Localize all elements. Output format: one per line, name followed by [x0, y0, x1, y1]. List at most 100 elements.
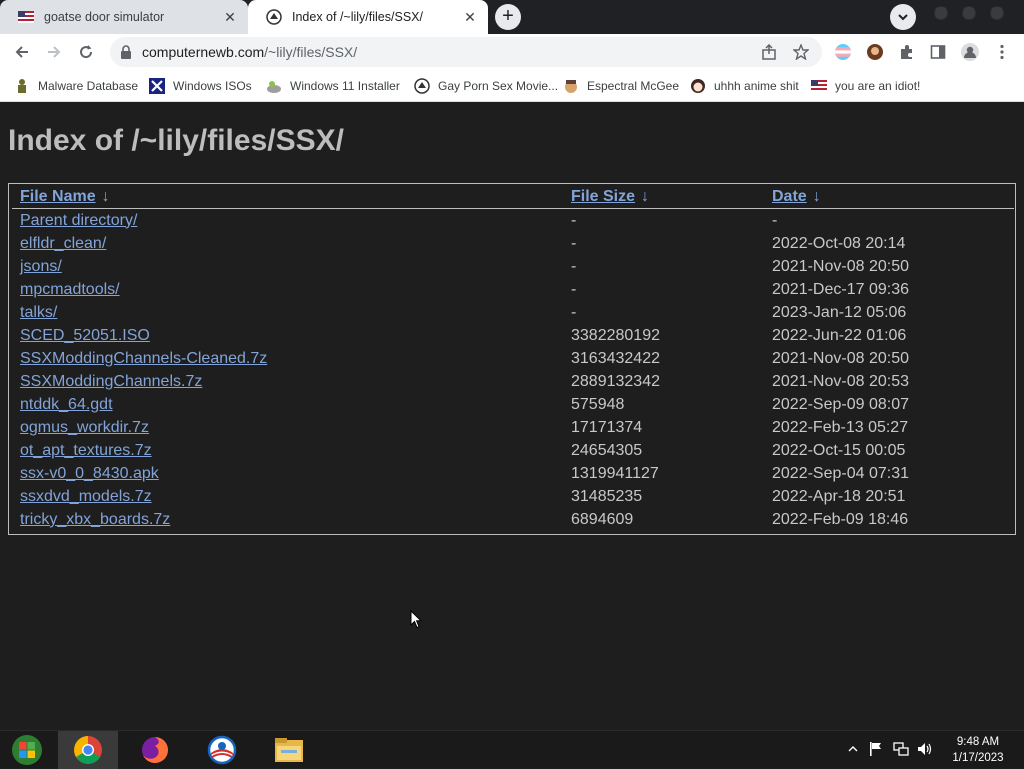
taskbar-file-explorer[interactable]	[259, 731, 319, 769]
file-link[interactable]: ssxdvd_models.7z	[20, 488, 152, 505]
fileserver-icon	[414, 78, 430, 94]
sort-arrow-icon[interactable]: ↓	[102, 188, 110, 205]
file-link[interactable]: SSXModdingChannels.7z	[20, 373, 202, 390]
file-name-cell: ogmus_workdir.7z	[12, 416, 563, 439]
file-link[interactable]: Parent directory/	[20, 212, 137, 229]
bookmark-windows-11-installer[interactable]: Windows 11 Installer	[266, 77, 400, 95]
bookmark-malware-database[interactable]: Malware Database	[14, 77, 138, 95]
taskbar-obama-app[interactable]	[192, 731, 252, 769]
file-link[interactable]: ogmus_workdir.7z	[20, 419, 149, 436]
chevron-down-icon	[898, 14, 908, 21]
start-button[interactable]	[6, 731, 48, 769]
taskbar-firefox[interactable]	[125, 731, 185, 769]
sort-arrow-icon[interactable]: ↓	[641, 188, 649, 205]
file-size-cell: 17171374	[571, 418, 643, 436]
close-tab-icon[interactable]: ✕	[222, 9, 238, 26]
file-date-cell: 2022-Sep-04 07:31	[772, 464, 909, 482]
file-date-cell: 2022-Oct-08 20:14	[772, 234, 906, 252]
file-name-cell: tricky_xbx_boards.7z	[12, 508, 563, 531]
sort-by-name-link[interactable]: File Name	[20, 188, 96, 205]
tab-index-of-ssx[interactable]: Index of /~lily/files/SSX/ ✕	[248, 0, 488, 34]
taskbar: 9:48 AM 1/17/2023	[0, 730, 1024, 769]
system-clock[interactable]: 9:48 AM 1/17/2023	[942, 734, 1014, 766]
sort-by-date-link[interactable]: Date	[772, 188, 807, 205]
forward-button[interactable]	[42, 40, 66, 64]
column-file-size[interactable]: File Size ↓	[563, 186, 764, 209]
file-size-cell: -	[571, 234, 577, 252]
tab-title: goatse door simulator	[44, 10, 165, 24]
file-name-cell: SCED_52051.ISO	[12, 324, 563, 347]
reload-button[interactable]	[74, 40, 98, 64]
new-tab-button[interactable]: +	[495, 4, 521, 30]
profile-avatar-extension-icon[interactable]	[866, 43, 884, 61]
tab-goatse-door-simulator[interactable]: goatse door simulator ✕	[0, 0, 248, 34]
side-panel-icon[interactable]	[929, 43, 947, 61]
file-size-cell: -	[571, 211, 577, 229]
file-link[interactable]: mpcmadtools/	[20, 281, 120, 298]
file-link[interactable]: ntddk_64.gdt	[20, 396, 113, 413]
file-name-cell: SSXModdingChannels.7z	[12, 370, 563, 393]
windows-x-icon	[149, 78, 165, 94]
browser-toolbar: computernewb.com/~lily/files/SSX/	[0, 34, 1024, 70]
trans-flag-extension-icon[interactable]	[834, 43, 852, 61]
file-listing: File Name ↓ File Size ↓ Date ↓ Parent direc…	[8, 183, 1016, 535]
table-row: mpcmadtools/ - 2021-Dec-17 09:36	[12, 278, 1014, 301]
url-text[interactable]: computernewb.com/~lily/files/SSX/	[142, 44, 357, 60]
account-avatar-icon[interactable]	[961, 43, 979, 61]
close-tab-icon[interactable]: ✕	[462, 9, 478, 26]
bookmark-gay-porn-sex-movie[interactable]: Gay Porn Sex Movie...	[414, 77, 558, 95]
sort-by-size-link[interactable]: File Size	[571, 188, 635, 205]
file-date-cell: 2021-Nov-08 20:53	[772, 372, 909, 390]
table-row: jsons/ - 2021-Nov-08 20:50	[12, 255, 1014, 278]
share-icon[interactable]	[760, 43, 778, 61]
file-link[interactable]: SSXModdingChannels-Cleaned.7z	[20, 350, 267, 367]
bookmark-star-icon[interactable]	[792, 43, 810, 61]
file-size-cell: 1319941127	[571, 464, 659, 482]
file-size-cell: 31485235	[571, 487, 643, 505]
flag-icon	[811, 78, 827, 94]
file-link[interactable]: talks/	[20, 304, 57, 321]
network-icon[interactable]	[893, 741, 909, 757]
extensions-puzzle-icon[interactable]	[898, 43, 916, 61]
file-date-cell: 2021-Nov-08 20:50	[772, 257, 909, 275]
tab-search-button[interactable]	[890, 4, 916, 30]
file-date-cell: 2022-Feb-13 05:27	[772, 418, 909, 436]
file-size-cell: -	[571, 303, 577, 321]
minimize-button[interactable]	[934, 6, 948, 20]
close-window-button[interactable]	[990, 6, 1004, 20]
table-row: Parent directory/ - -	[12, 209, 1014, 233]
chrome-icon	[74, 736, 102, 764]
back-button[interactable]	[10, 40, 34, 64]
address-bar[interactable]: computernewb.com/~lily/files/SSX/	[110, 37, 822, 67]
more-menu-icon[interactable]	[993, 43, 1011, 61]
bookmark-you-are-an-idiot[interactable]: you are an idiot!	[811, 77, 920, 95]
taskbar-chrome[interactable]	[58, 731, 118, 769]
back-arrow-icon	[15, 46, 28, 58]
action-center-flag-icon[interactable]	[868, 741, 884, 757]
file-link[interactable]: SCED_52051.ISO	[20, 327, 150, 344]
maximize-button[interactable]	[962, 6, 976, 20]
file-link[interactable]: jsons/	[20, 258, 62, 275]
sort-arrow-icon[interactable]: ↓	[813, 188, 821, 205]
mouse-cursor-icon	[410, 610, 422, 629]
file-link[interactable]: tricky_xbx_boards.7z	[20, 511, 170, 528]
file-date-cell: -	[772, 211, 778, 229]
bookmark-windows-isos[interactable]: Windows ISOs	[149, 77, 252, 95]
column-file-name[interactable]: File Name ↓	[12, 186, 563, 209]
column-date[interactable]: Date ↓	[764, 186, 1014, 209]
page-content: Index of /~lily/files/SSX/ File Name ↓ Fi…	[0, 102, 1024, 730]
file-link[interactable]: ssx-v0_0_8430.apk	[20, 465, 159, 482]
file-size-cell: 3382280192	[571, 326, 660, 344]
bookmark-uhhh-anime-shit[interactable]: uhhh anime shit	[690, 77, 799, 95]
table-row: ssx-v0_0_8430.apk 1319941127 2022-Sep-04 0…	[12, 462, 1014, 485]
file-link[interactable]: elfldr_clean/	[20, 235, 106, 252]
volume-icon[interactable]	[917, 741, 933, 757]
show-hidden-icons-icon[interactable]	[845, 741, 861, 757]
file-date-cell: 2022-Sep-09 08:07	[772, 395, 909, 413]
file-size-cell: 575948	[571, 395, 625, 413]
lock-icon[interactable]	[120, 45, 132, 64]
file-link[interactable]: ot_apt_textures.7z	[20, 442, 152, 459]
bookmark-espectral-mcgee[interactable]: Espectral McGee	[563, 77, 679, 95]
file-name-cell: ssxdvd_models.7z	[12, 485, 563, 508]
file-size-cell: -	[571, 280, 577, 298]
